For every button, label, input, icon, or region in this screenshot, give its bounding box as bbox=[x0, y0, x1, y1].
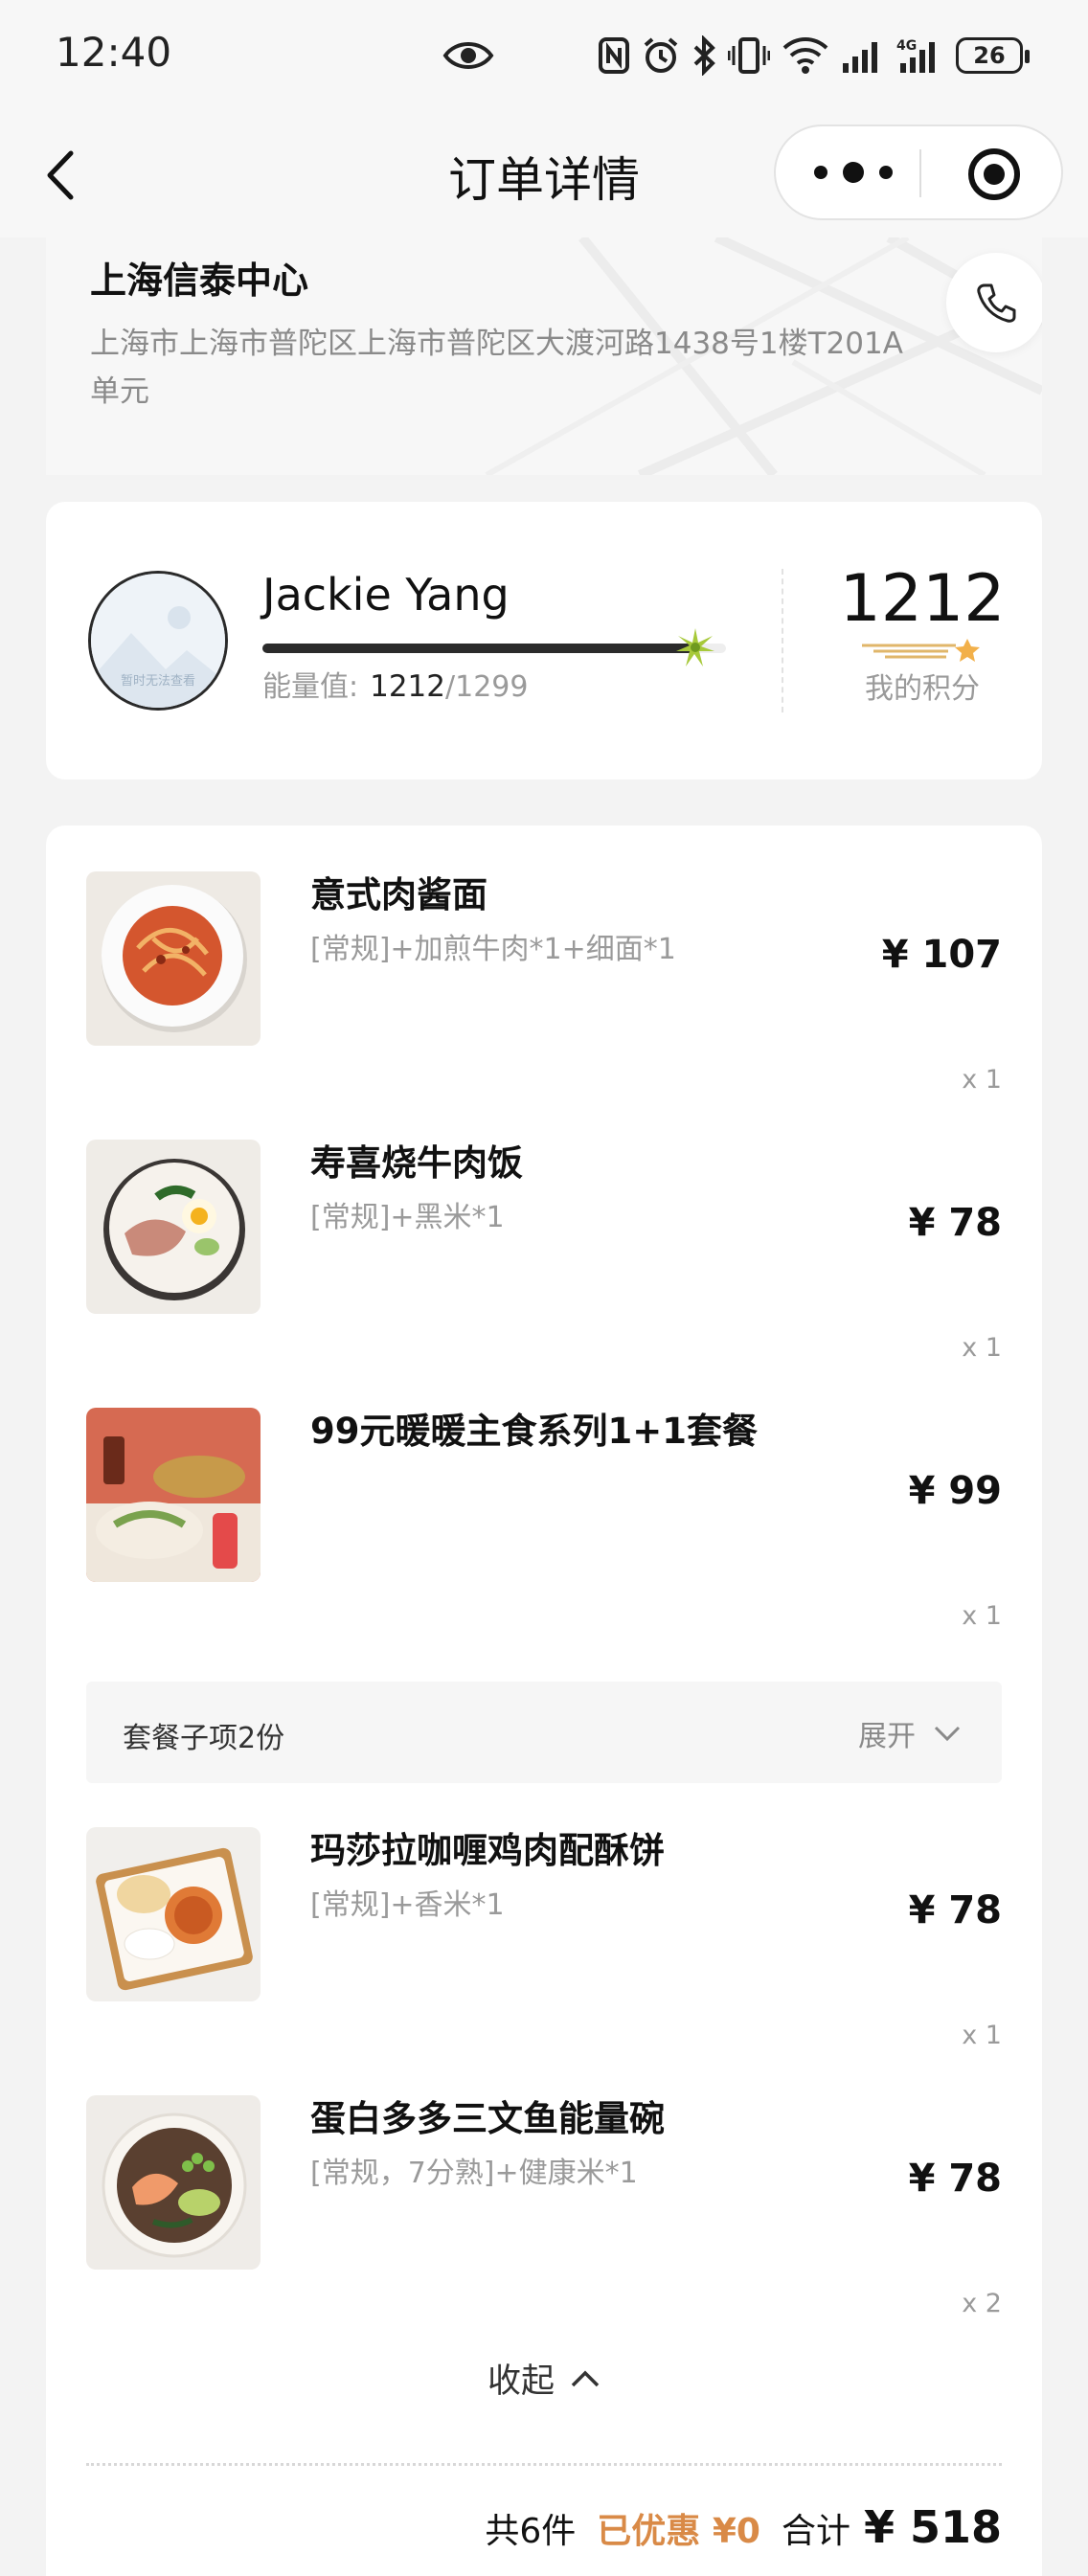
signal-icon bbox=[843, 42, 877, 73]
energy-label: 能量值: bbox=[262, 670, 359, 704]
energy-current: 1212 bbox=[370, 669, 446, 704]
item-spec: [常规，7分熟]+健康米*1 bbox=[310, 2157, 638, 2190]
avatar-placeholder-icon: 暂时无法查看 bbox=[91, 574, 225, 708]
energy-max: /1299 bbox=[445, 670, 529, 704]
points-label: 我的积分 bbox=[865, 672, 980, 706]
bluetooth-icon bbox=[693, 35, 715, 76]
item-image-pasta bbox=[86, 871, 261, 1046]
status-time: 12:40 bbox=[56, 29, 172, 76]
avatar-caption: 暂时无法查看 bbox=[121, 673, 195, 689]
member-name: Jackie Yang bbox=[262, 569, 510, 621]
chevron-up-icon bbox=[571, 2370, 600, 2386]
item-spec: [常规]+加煎牛肉*1+细面*1 bbox=[310, 933, 676, 966]
member-divider bbox=[782, 569, 783, 712]
combo-subitems-label: 套餐子项2份 bbox=[123, 1722, 285, 1755]
item-image-salmon-bowl bbox=[86, 2095, 261, 2270]
order-summary: 共6件 已优惠 ¥0 合计 ¥ 518 bbox=[485, 2501, 1002, 2553]
item-name: 玛莎拉咖喱鸡肉配酥饼 bbox=[310, 1830, 665, 1871]
item-price: ¥ 78 bbox=[908, 1201, 1002, 1245]
alarm-icon bbox=[644, 37, 678, 73]
signal-4g-icon: 4G bbox=[896, 38, 935, 73]
item-quantity: x 2 bbox=[962, 2289, 1002, 2318]
status-icons: 4G 26 bbox=[598, 33, 1030, 79]
nav-bar: 订单详情 bbox=[0, 113, 1088, 237]
avatar: 暂时无法查看 bbox=[88, 571, 228, 711]
item-quantity: x 1 bbox=[962, 1601, 1002, 1631]
total-amount: ¥ 518 bbox=[863, 2501, 1002, 2553]
more-dots-icon[interactable] bbox=[814, 153, 893, 192]
item-price: ¥ 78 bbox=[908, 1888, 1002, 1932]
order-items-card: 意式肉酱面 [常规]+加煎牛肉*1+细面*1 ¥ 107 x 1 寿喜烧牛肉饭 … bbox=[46, 825, 1042, 2576]
address-name: 上海信泰中心 bbox=[90, 260, 309, 302]
item-name: 寿喜烧牛肉饭 bbox=[310, 1142, 523, 1184]
nfc-icon bbox=[599, 37, 629, 74]
energy-progress-bar bbox=[262, 628, 726, 667]
summary-divider bbox=[86, 2463, 1002, 2466]
address-detail: 上海市上海市普陀区上海市普陀区大渡河路1438号1楼T201A单元 bbox=[90, 327, 903, 409]
address-card: 上海信泰中心 上海市上海市普陀区上海市普陀区大渡河路1438号1楼T201A单元 bbox=[46, 237, 1042, 475]
total-label: 合计 bbox=[781, 2512, 850, 2551]
eye-icon bbox=[442, 42, 494, 69]
vibrate-icon bbox=[728, 37, 770, 74]
record-target-icon[interactable] bbox=[967, 147, 1021, 201]
order-item[interactable]: 玛莎拉咖喱鸡肉配酥饼 [常规]+香米*1 ¥ 78 x 1 bbox=[46, 1781, 1042, 2050]
collapse-label: 收起 bbox=[487, 2362, 555, 2401]
combo-subitems-bar[interactable]: 套餐子项2份 展开 bbox=[86, 1682, 1002, 1783]
order-item[interactable]: 意式肉酱面 [常规]+加煎牛肉*1+细面*1 ¥ 107 x 1 bbox=[46, 825, 1042, 1095]
item-spec: [常规]+香米*1 bbox=[310, 1888, 505, 1922]
item-image-beef-rice bbox=[86, 1140, 261, 1314]
wifi-icon bbox=[782, 37, 828, 74]
collapse-button[interactable]: 收起 bbox=[46, 2354, 1042, 2403]
item-name: 蛋白多多三文鱼能量碗 bbox=[310, 2098, 665, 2139]
item-price: ¥ 78 bbox=[908, 2157, 1002, 2201]
sparkle-icon bbox=[676, 628, 714, 667]
svg-text:4G: 4G bbox=[896, 38, 917, 54]
item-image-combo-meal bbox=[86, 1408, 261, 1582]
chevron-down-icon bbox=[934, 1726, 961, 1742]
item-name: 99元暖暖主食系列1+1套餐 bbox=[310, 1411, 758, 1452]
combo-expand-button[interactable]: 展开 bbox=[858, 1712, 962, 1754]
energy-value: 能量值: 1212 /1299 bbox=[262, 663, 528, 705]
item-spec: [常规]+黑米*1 bbox=[310, 1201, 505, 1234]
item-price: ¥ 107 bbox=[881, 933, 1002, 977]
status-bar: 12:40 4G 26 bbox=[0, 0, 1088, 113]
discount-amount: 已优惠 ¥0 bbox=[597, 2512, 760, 2551]
item-quantity: x 1 bbox=[962, 1333, 1002, 1363]
item-image-curry-chicken bbox=[86, 1827, 261, 2001]
member-card[interactable]: 暂时无法查看 Jackie Yang 能量值: 1212 /1299 1212 … bbox=[46, 502, 1042, 780]
order-item[interactable]: 蛋白多多三文鱼能量碗 [常规，7分熟]+健康米*1 ¥ 78 x 2 bbox=[46, 2049, 1042, 2318]
order-item[interactable]: 寿喜烧牛肉饭 [常规]+黑米*1 ¥ 78 x 1 bbox=[46, 1094, 1042, 1363]
phone-icon bbox=[977, 283, 1016, 323]
item-quantity: x 1 bbox=[962, 1065, 1002, 1095]
star-decoration-icon bbox=[862, 639, 980, 662]
item-count: 共6件 bbox=[485, 2512, 577, 2551]
mini-program-capsule bbox=[774, 124, 1063, 220]
item-name: 意式肉酱面 bbox=[310, 874, 487, 915]
call-button[interactable] bbox=[946, 253, 1042, 352]
item-price: ¥ 99 bbox=[908, 1469, 1002, 1513]
capsule-divider bbox=[919, 149, 921, 197]
combo-expand-label: 展开 bbox=[858, 1720, 916, 1753]
points-value: 1212 bbox=[839, 561, 1006, 637]
energy-progress-fill bbox=[262, 644, 695, 653]
battery-icon: 26 bbox=[956, 37, 1030, 74]
item-quantity: x 1 bbox=[962, 2021, 1002, 2050]
order-item[interactable]: 99元暖暖主食系列1+1套餐 ¥ 99 x 1 bbox=[46, 1362, 1042, 1631]
